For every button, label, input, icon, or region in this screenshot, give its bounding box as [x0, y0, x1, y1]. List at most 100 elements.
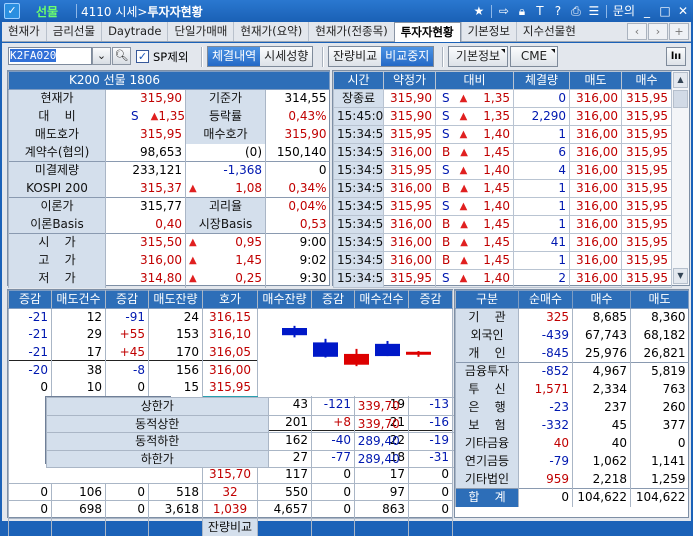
- tab-index-futures[interactable]: 지수선물현: [515, 22, 582, 41]
- minimize-button[interactable]: _: [641, 3, 653, 19]
- help-icon[interactable]: ?: [552, 3, 564, 19]
- col-volume[interactable]: 체결량: [513, 71, 570, 90]
- tab-add-button[interactable]: +: [669, 23, 689, 40]
- scroll-thumb[interactable]: [673, 90, 688, 108]
- maximize-button[interactable]: □: [659, 3, 671, 19]
- trade-row[interactable]: 15:45:00315,90 S ▲ 1,352,290316,00315,95: [333, 107, 672, 126]
- col-ask[interactable]: 매도: [569, 71, 622, 90]
- star-icon[interactable]: ★: [473, 3, 485, 19]
- ask-qty-change: -8: [105, 360, 149, 378]
- tab-current-summary[interactable]: 현재가(요약): [233, 22, 308, 41]
- inquiry-button[interactable]: 문의: [613, 3, 635, 19]
- investor-row: 금융투자 -852 4,967 5,819: [455, 362, 689, 381]
- divider: [605, 4, 607, 18]
- summary-row: 저 가 314,80 ▲ 0,25 9:30: [8, 269, 330, 288]
- label: 이론Basis: [8, 215, 106, 234]
- compare-row: 잔량비교: [8, 518, 453, 536]
- trade-ask: 316,00: [569, 197, 622, 216]
- list-icon[interactable]: ☰: [588, 3, 600, 19]
- trades-header: 시간 약정가 대비 체결량 매도 매수: [333, 71, 672, 90]
- trade-row[interactable]: 15:34:56315,95S▲1,402316,00315,95: [333, 269, 672, 288]
- screen-name: 투자자현황: [147, 5, 203, 19]
- col-price: 호가: [202, 290, 258, 309]
- trade-price: 316,00: [383, 179, 436, 198]
- change-amount: 1,45: [483, 253, 510, 267]
- kospi200-change: ▲ 1,08: [185, 179, 266, 198]
- trade-row[interactable]: 15:34:59316,00B▲1,451316,00315,95: [333, 215, 672, 234]
- trades-scrollbar[interactable]: ▲ ▼: [671, 71, 689, 285]
- tab-current-all[interactable]: 현재가(전종목): [308, 22, 393, 41]
- price-tendency-button[interactable]: 시세성향: [260, 47, 313, 66]
- trade-volume: 0: [513, 89, 570, 108]
- investor-net: -439: [518, 326, 573, 345]
- trade-bid: 315,95: [621, 251, 672, 270]
- empty-cell: [311, 518, 355, 536]
- col-bid[interactable]: 매수: [621, 71, 672, 90]
- tab-next-button[interactable]: ›: [648, 23, 668, 40]
- ask-count: 29: [51, 325, 106, 343]
- summary-row: 이론Basis 0,40 시장Basis 0,53: [8, 215, 330, 234]
- compare-remaining-button[interactable]: 잔량비교: [329, 47, 382, 66]
- change-amount: 1,45: [483, 181, 510, 195]
- trade-row[interactable]: 15:34:59315,95S▲1,401316,00315,95: [333, 125, 672, 144]
- trade-bid: 315,95: [621, 179, 672, 198]
- ask-qty: 153: [148, 325, 203, 343]
- trade-bid: 315,95: [621, 197, 672, 216]
- kospi200-change-value: 1,08: [235, 180, 262, 195]
- chart-button[interactable]: lıı: [666, 47, 686, 66]
- search-button[interactable]: 🔍︎: [112, 47, 131, 65]
- change-amount: 1,40: [483, 127, 510, 141]
- label: 등락률: [185, 107, 266, 126]
- stop-compare-button[interactable]: 비교중지: [381, 47, 434, 66]
- trade-row[interactable]: 15:34:57316,00B▲1,451316,00315,95: [333, 251, 672, 270]
- scroll-down-icon[interactable]: ▼: [673, 268, 688, 284]
- trade-volume: 2,290: [513, 107, 570, 126]
- tab-current-price[interactable]: 현재가: [2, 22, 46, 41]
- investor-name: 개 인: [455, 344, 519, 363]
- close-button[interactable]: ✕: [677, 3, 689, 19]
- trade-row[interactable]: 15:34:57316,00B▲1,4541316,00315,95: [333, 233, 672, 252]
- col-time[interactable]: 시간: [333, 71, 384, 90]
- app-logo-icon: ✓: [4, 3, 20, 19]
- scroll-up-icon[interactable]: ▲: [673, 72, 688, 88]
- code-dropdown-button[interactable]: ⌄: [92, 47, 111, 65]
- lock-icon[interactable]: 🔒︎: [516, 3, 528, 19]
- export-icon[interactable]: ⇨: [498, 3, 510, 19]
- trade-row[interactable]: 15:34:59315,95S▲1,404316,00315,95: [333, 161, 672, 180]
- ask-count-change: 0: [8, 378, 52, 396]
- theoretical-basis: 0,40: [105, 215, 186, 234]
- label: 계약수(협의): [8, 143, 106, 162]
- cme-button[interactable]: CME: [510, 46, 558, 67]
- basic-info-button[interactable]: 기본정보: [448, 46, 508, 67]
- tab-daytrade[interactable]: Daytrade: [101, 22, 167, 41]
- sp-exclude-checkbox[interactable]: ✓: [136, 50, 149, 63]
- tab-single-price[interactable]: 단일가매매: [167, 22, 233, 41]
- col-change[interactable]: 대비: [435, 71, 514, 90]
- tab-investor-status[interactable]: 투자자현황: [393, 21, 461, 42]
- trade-row[interactable]: 15:34:59316,00B▲1,451316,00315,95: [333, 179, 672, 198]
- trade-time: 15:34:59: [333, 179, 384, 198]
- current-price: 315,90: [105, 89, 186, 108]
- trade-ask: 316,00: [569, 89, 622, 108]
- code-input[interactable]: K2FA020: [8, 47, 92, 65]
- ask-price: 316,05: [202, 343, 258, 361]
- total-a-cnt: 698: [51, 500, 106, 518]
- bid-price: 315,70: [202, 465, 258, 483]
- trade-row[interactable]: 15:34:59315,95S▲1,401316,00315,95: [333, 197, 672, 216]
- tab-rate-futures[interactable]: 금리선물: [45, 22, 101, 41]
- theoretical-price: 315,77: [105, 197, 186, 216]
- label: 미결제량: [8, 161, 106, 180]
- trade-price: 316,00: [383, 233, 436, 252]
- ask-count: 12: [51, 308, 106, 326]
- text-icon[interactable]: T: [534, 3, 546, 19]
- trade-history-button[interactable]: 체결내역: [208, 47, 261, 66]
- tab-prev-button[interactable]: ‹: [627, 23, 647, 40]
- change-amount: 1,40: [483, 199, 510, 213]
- summary-table: K200 선물 1806 현재가 315,90 기준가 314,55 대 비 S…: [7, 71, 331, 288]
- col-price[interactable]: 약정가: [383, 71, 436, 90]
- trade-row[interactable]: 장종료 315,90 S ▲ 1,35 0 316,00 315,95: [333, 89, 672, 108]
- col-category: 구분: [455, 290, 519, 309]
- trade-row[interactable]: 15:34:59316,00B▲1,456316,00315,95: [333, 143, 672, 162]
- tab-basic-info[interactable]: 기본정보: [460, 22, 516, 41]
- print-icon[interactable]: ⎙: [570, 3, 582, 19]
